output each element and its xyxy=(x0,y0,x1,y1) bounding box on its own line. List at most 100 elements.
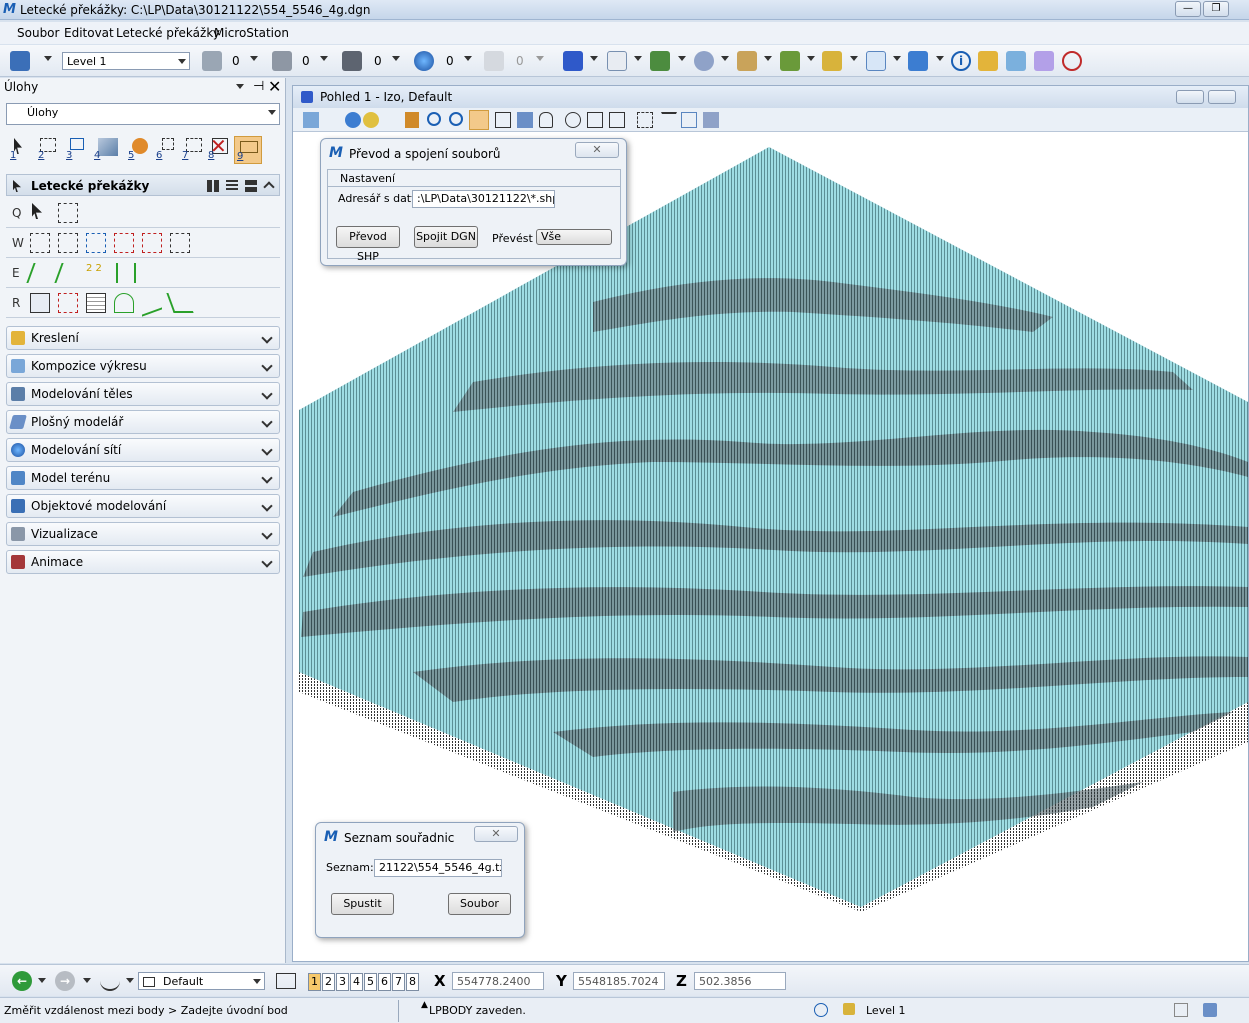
task-kresleni[interactable]: Kreslení xyxy=(6,326,280,350)
fence-shape-icon[interactable] xyxy=(58,233,78,253)
x-coordinate-field[interactable]: 554778.2400 xyxy=(452,972,544,990)
window-area-icon[interactable] xyxy=(469,110,489,130)
cube-icon[interactable] xyxy=(563,51,583,71)
minimize-button[interactable]: — xyxy=(1175,1,1201,17)
dimension-icon[interactable]: 2 2 xyxy=(86,263,106,283)
stack-icon[interactable] xyxy=(822,51,842,71)
numbered-tool-6[interactable]: 6 xyxy=(154,136,178,164)
new-file-icon[interactable] xyxy=(607,51,627,71)
layers-icon[interactable] xyxy=(780,51,800,71)
clip-volume-icon[interactable] xyxy=(637,112,653,128)
view-toggle-5[interactable]: 5 xyxy=(364,973,377,991)
menu-letecke-prekazky[interactable]: Letecké překážky xyxy=(116,26,220,40)
select-box-icon[interactable] xyxy=(58,203,78,223)
snap-icon[interactable] xyxy=(866,51,886,71)
snap-mode-icon[interactable] xyxy=(814,1003,828,1017)
view-toggle-3[interactable]: 3 xyxy=(336,973,349,991)
chevron-down-icon[interactable] xyxy=(893,56,901,61)
vertical-line-2-icon[interactable] xyxy=(134,263,154,283)
view-toggle-2[interactable]: 2 xyxy=(322,973,335,991)
copy-view-icon[interactable] xyxy=(609,112,625,128)
table-grid-icon[interactable] xyxy=(86,293,106,313)
view-minimize-button[interactable] xyxy=(1176,90,1204,104)
point-edit-icon[interactable] xyxy=(58,293,78,313)
chevron-down-icon[interactable] xyxy=(320,56,328,61)
vertical-line-icon[interactable] xyxy=(116,263,136,283)
restore-button[interactable]: ❐ xyxy=(1203,1,1229,17)
reference-icon[interactable] xyxy=(1006,51,1026,71)
display-style-icon[interactable] xyxy=(345,112,361,128)
task-combo[interactable]: Úlohy xyxy=(6,103,280,125)
forward-arrow-icon[interactable]: → xyxy=(55,971,75,991)
path-input[interactable]: :\LP\Data\30121122\*.shp xyxy=(412,190,555,208)
image-icon[interactable] xyxy=(737,51,757,71)
color-icon[interactable] xyxy=(202,51,222,71)
user-icon[interactable] xyxy=(1203,1003,1217,1017)
save-status-icon[interactable] xyxy=(1174,1003,1188,1017)
chevron-down-icon[interactable] xyxy=(536,56,544,61)
list-input[interactable]: 21122\554_5546_4g.txt xyxy=(374,859,502,877)
join-dgn-button[interactable]: Spojit DGN xyxy=(414,226,478,248)
view-toggle-7[interactable]: 7 xyxy=(392,973,405,991)
chevron-down-icon[interactable] xyxy=(126,978,134,983)
view-previous-icon[interactable] xyxy=(565,112,581,128)
profile-line-icon[interactable] xyxy=(142,289,162,317)
numbered-tool-5[interactable]: 5 xyxy=(126,136,150,164)
rotate-view-icon[interactable] xyxy=(517,112,533,128)
chevron-down-icon[interactable] xyxy=(250,56,258,61)
element-attributes-icon[interactable] xyxy=(10,51,30,71)
folder-search-icon[interactable] xyxy=(978,51,998,71)
view-toggle-6[interactable]: 6 xyxy=(378,973,391,991)
fence-block-icon[interactable] xyxy=(30,233,50,253)
delete-icon[interactable]: ✕ xyxy=(210,134,227,158)
navigate-icon[interactable] xyxy=(908,51,928,71)
render-view-icon[interactable] xyxy=(703,112,719,128)
fit-view-icon[interactable] xyxy=(495,112,511,128)
level-combo[interactable]: Level 1 xyxy=(62,52,190,70)
view-toggle-4[interactable]: 4 xyxy=(350,973,363,991)
dialog-close-button[interactable]: ✕ xyxy=(474,826,518,842)
fence-element-icon[interactable] xyxy=(86,233,106,253)
select-arrow-icon[interactable] xyxy=(32,203,42,219)
menu-editovat[interactable]: Editovat xyxy=(64,26,114,40)
chevron-down-icon[interactable] xyxy=(83,978,91,983)
numbered-tool-1[interactable]: 1 xyxy=(8,136,32,164)
info-icon[interactable]: i xyxy=(951,51,971,71)
chevron-down-icon[interactable] xyxy=(634,56,642,61)
task-vizualizace[interactable]: Vizualizace xyxy=(6,522,280,546)
zoom-out-icon[interactable] xyxy=(449,112,463,126)
view-toggle-8[interactable]: 8 xyxy=(406,973,419,991)
chevron-down-icon[interactable] xyxy=(764,56,772,61)
grid-icon[interactable] xyxy=(1034,51,1054,71)
lock-icon[interactable] xyxy=(843,1003,855,1015)
chevron-down-icon[interactable] xyxy=(850,56,858,61)
chevron-up-icon[interactable] xyxy=(263,181,275,193)
list-view-icon[interactable] xyxy=(226,180,238,192)
saved-view-combo[interactable]: Default xyxy=(138,972,265,990)
zoom-in-icon[interactable] xyxy=(427,112,441,126)
line-length-icon[interactable] xyxy=(54,263,82,283)
file-button[interactable]: Soubor xyxy=(448,893,511,915)
light-icon[interactable] xyxy=(363,112,379,128)
chevron-down-icon[interactable] xyxy=(590,56,598,61)
view-toggle-1[interactable]: 1 xyxy=(308,973,321,991)
chevron-down-icon[interactable] xyxy=(678,56,686,61)
camera-icon[interactable] xyxy=(681,112,697,128)
numbered-tool-7[interactable]: 7 xyxy=(180,136,204,164)
task-objektove-modelovani[interactable]: Objektové modelování xyxy=(6,494,280,518)
chevron-down-icon[interactable] xyxy=(464,56,472,61)
task-animace[interactable]: Animace xyxy=(6,550,280,574)
task-model-terenu[interactable]: Model terénu xyxy=(6,466,280,490)
numbered-tool-3[interactable]: 3 xyxy=(64,136,88,164)
z-coordinate-field[interactable]: 502.3856 xyxy=(694,972,786,990)
dialog-close-button[interactable]: ✕ xyxy=(575,142,619,158)
chevron-down-icon[interactable] xyxy=(936,56,944,61)
fence-delete-icon[interactable] xyxy=(114,233,134,253)
table-icon[interactable] xyxy=(650,51,670,71)
task-section-header[interactable]: Letecké překážky xyxy=(6,174,280,196)
task-plosny-modelar[interactable]: Plošný modelář xyxy=(6,410,280,434)
view-next-icon[interactable] xyxy=(587,112,603,128)
menu-soubor[interactable]: Soubor xyxy=(17,26,59,40)
line-weight-icon[interactable] xyxy=(342,51,362,71)
chevron-down-icon[interactable] xyxy=(236,84,244,89)
